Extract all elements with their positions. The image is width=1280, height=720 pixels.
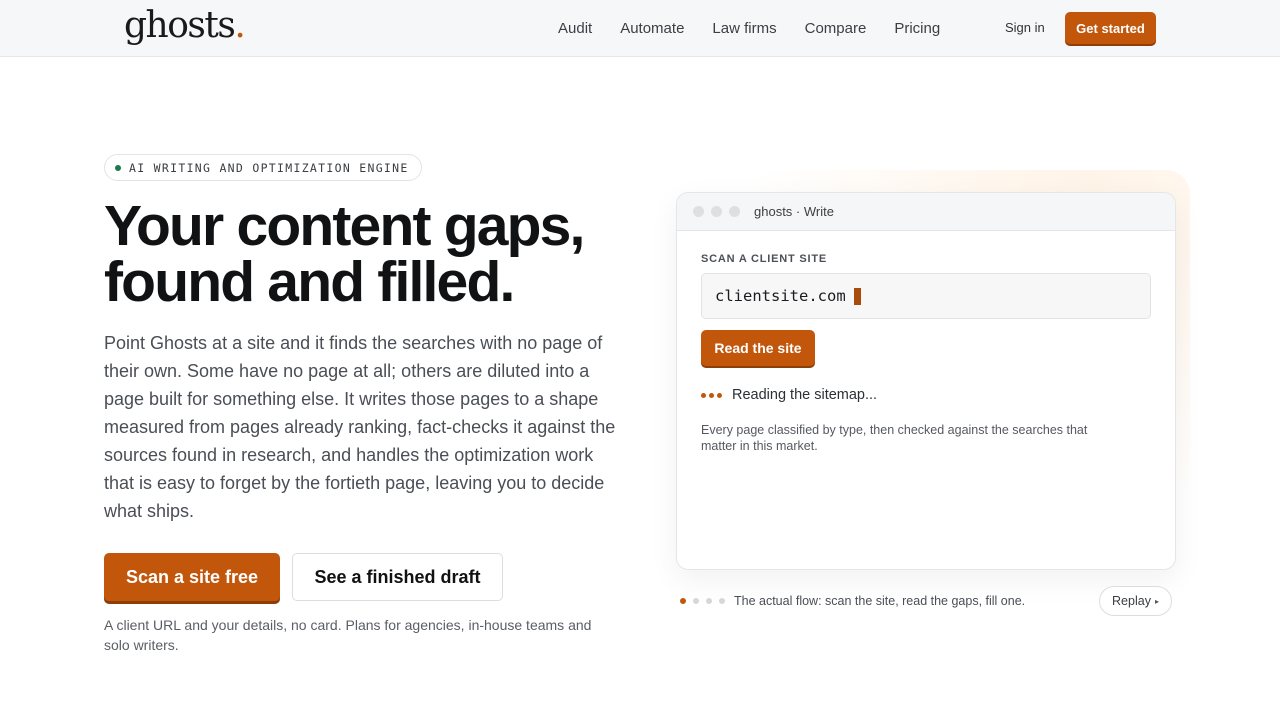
hero-fineprint: A client URL and your details, no card. … — [104, 617, 592, 653]
step-dot-4[interactable] — [719, 598, 725, 604]
client-url-input[interactable]: clientsite.com — [701, 273, 1151, 319]
loading-dots-icon — [701, 392, 722, 398]
nav-link-pricing[interactable]: Pricing — [894, 19, 940, 39]
classification-note: Every page classified by type, then chec… — [701, 423, 1088, 453]
step-dot-2[interactable] — [693, 598, 699, 604]
brand-logo[interactable]: ghosts. — [124, 4, 246, 48]
get-started-button[interactable]: Get started — [1065, 12, 1156, 44]
hero-description: Point Ghosts at a site and it finds the … — [104, 333, 616, 521]
main-nav: Audit Automate Law firms Compare Pricing — [558, 19, 940, 39]
brand-name: ghosts — [124, 5, 236, 46]
step-dot-1[interactable] — [680, 598, 686, 604]
nav-link-automate[interactable]: Automate — [620, 19, 684, 39]
hero-headline-line-2: found and filled. — [104, 250, 515, 314]
scan-site-free-button[interactable]: Scan a site free — [104, 553, 280, 601]
scan-client-site-label: SCAN A CLIENT SITE — [701, 253, 828, 265]
demo-window: ghosts · Write SCAN A CLIENT SITE client… — [676, 192, 1176, 570]
see-finished-draft-button[interactable]: See a finished draft — [292, 553, 503, 601]
nav-link-audit[interactable]: Audit — [558, 19, 592, 39]
reading-status: Reading the sitemap... — [701, 387, 877, 403]
brand-dot: . — [234, 5, 245, 46]
hero-badge: AI WRITING AND OPTIMIZATION ENGINE — [104, 154, 422, 181]
top-nav-bar: ghosts. Audit Automate Law firms Compare… — [0, 0, 1280, 57]
replay-label: Replay — [1112, 594, 1151, 608]
nav-link-compare[interactable]: Compare — [805, 19, 867, 39]
hero-headline: Your content gaps, found and filled. — [104, 198, 624, 311]
hero-badge-text: AI WRITING AND OPTIMIZATION ENGINE — [129, 160, 409, 175]
window-minimize-dot-icon — [711, 206, 722, 217]
read-the-site-button[interactable]: Read the site — [701, 330, 815, 366]
sign-in-link[interactable]: Sign in — [1005, 19, 1045, 37]
status-dot-icon — [115, 164, 121, 171]
flow-caption: The actual flow: scan the site, read the… — [734, 594, 1026, 608]
nav-link-law-firms[interactable]: Law firms — [712, 19, 776, 39]
reading-status-text: Reading the sitemap... — [732, 387, 878, 403]
window-close-dot-icon — [693, 206, 704, 217]
demo-step-indicator[interactable] — [680, 598, 725, 604]
hero-headline-line-1: Your content gaps, — [104, 194, 585, 258]
step-dot-3[interactable] — [706, 598, 712, 604]
replay-button[interactable]: Replay ▸ — [1099, 586, 1172, 616]
play-triangle-icon: ▸ — [1154, 596, 1159, 606]
window-maximize-dot-icon — [729, 206, 740, 217]
client-url-value: clientsite.com — [715, 287, 846, 305]
demo-window-title: ghosts · Write — [754, 204, 834, 219]
text-cursor-icon — [853, 287, 861, 305]
demo-window-titlebar: ghosts · Write — [677, 193, 1175, 231]
